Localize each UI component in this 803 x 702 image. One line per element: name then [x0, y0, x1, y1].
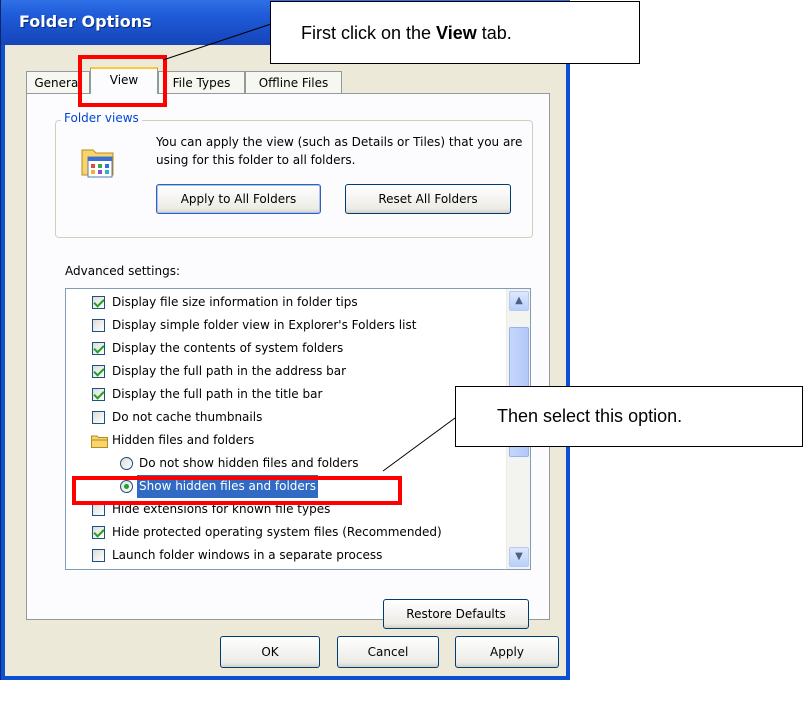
callout-text: tab. — [476, 23, 512, 43]
callout-text: First click on the — [301, 23, 437, 43]
callout-text: Then select this option. — [497, 406, 683, 426]
tab-view[interactable]: View — [90, 67, 158, 94]
callout-pointer-lines — [162, 15, 456, 472]
callout-bold-text: View — [436, 23, 477, 43]
select-option-callout: Then select this option. — [455, 386, 803, 447]
view-tab-callout: First click on the View tab. — [270, 1, 640, 64]
